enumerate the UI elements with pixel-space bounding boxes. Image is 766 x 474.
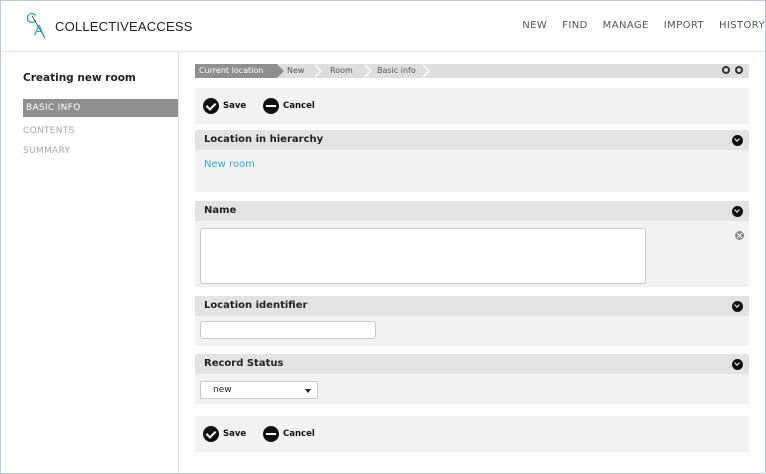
breadcrumb-separator — [363, 64, 370, 78]
dropdown-arrow-icon — [305, 389, 311, 393]
minus-icon — [263, 426, 279, 442]
cancel-label: Cancel — [283, 101, 315, 111]
top-toolbar: Save Cancel — [195, 88, 749, 124]
save-button[interactable]: Save — [203, 98, 246, 114]
name-input[interactable] — [200, 228, 646, 284]
logo-mark-a: A — [34, 22, 45, 39]
name-section: Name — [195, 201, 749, 287]
section-header: Location in hierarchy — [195, 130, 749, 150]
section-header: Name — [195, 201, 749, 221]
breadcrumb-current-location[interactable]: Current location — [195, 64, 284, 78]
section-title: Record Status — [204, 358, 284, 369]
check-icon — [203, 426, 219, 442]
breadcrumb-new[interactable]: New — [283, 64, 304, 78]
save-label: Save — [223, 429, 247, 439]
chevron-down-icon[interactable] — [732, 359, 743, 370]
left-sidebar: Creating new room BASIC INFO CONTENTS SU… — [1, 52, 179, 473]
sidebar-item-summary[interactable]: SUMMARY — [23, 142, 178, 160]
save-label: Save — [223, 101, 247, 111]
logo-mark-icon: C A — [25, 10, 53, 40]
location-identifier-input[interactable] — [200, 321, 376, 339]
section-title: Location in hierarchy — [204, 134, 324, 145]
breadcrumb-separator — [313, 64, 320, 78]
app-window: C A COLLECTIVEACCESS NEW FIND MANAGE IMP… — [0, 0, 766, 474]
sidebar-item-label: BASIC INFO — [26, 103, 81, 113]
breadcrumb: Current location New Room Basic info — [195, 64, 749, 78]
sidebar-item-label: CONTENTS — [23, 126, 75, 136]
chevron-down-icon[interactable] — [732, 301, 743, 312]
nav-new[interactable]: NEW — [522, 20, 547, 31]
cancel-label: Cancel — [283, 429, 315, 439]
main-nav: NEW FIND MANAGE IMPORT HISTORY — [507, 20, 765, 31]
minus-icon — [263, 98, 279, 114]
location-section: Location in hierarchy New room — [195, 130, 749, 192]
sidebar-item-contents[interactable]: CONTENTS — [23, 122, 178, 140]
sidebar-item-basic-info[interactable]: BASIC INFO — [23, 99, 178, 117]
section-title: Name — [204, 205, 237, 216]
breadcrumb-room[interactable]: Room — [326, 64, 353, 78]
location-link[interactable]: New room — [204, 159, 255, 170]
check-icon — [203, 98, 219, 114]
identifier-section: Location identifier — [195, 296, 749, 346]
sidebar-title: Creating new room — [23, 72, 136, 84]
nav-manage[interactable]: MANAGE — [603, 20, 649, 31]
cancel-button[interactable]: Cancel — [263, 98, 315, 114]
breadcrumb-basic-info[interactable]: Basic info — [373, 64, 416, 78]
nav-history[interactable]: HISTORY — [719, 20, 765, 31]
breadcrumb-separator — [421, 64, 428, 78]
top-header: C A COLLECTIVEACCESS NEW FIND MANAGE IMP… — [1, 1, 765, 52]
chevron-down-icon[interactable] — [732, 135, 743, 146]
bottom-toolbar: Save Cancel — [195, 416, 749, 452]
section-title: Location identifier — [204, 300, 308, 311]
section-header: Location identifier — [195, 296, 749, 316]
breadcrumb-icons — [722, 66, 743, 74]
clear-icon[interactable] — [735, 231, 744, 240]
record-status-value: new — [213, 385, 232, 395]
cancel-button[interactable]: Cancel — [263, 426, 315, 442]
logo[interactable]: C A COLLECTIVEACCESS — [25, 10, 193, 40]
save-button[interactable]: Save — [203, 426, 246, 442]
logo-text: COLLECTIVEACCESS — [55, 18, 193, 34]
chevron-down-icon[interactable] — [732, 206, 743, 217]
section-header: Record Status — [195, 354, 749, 374]
sidebar-item-label: SUMMARY — [23, 146, 71, 156]
status-section: Record Status new — [195, 354, 749, 404]
nav-find[interactable]: FIND — [562, 20, 587, 31]
record-status-select[interactable]: new — [200, 381, 318, 399]
expand-all-icon[interactable] — [722, 66, 730, 74]
nav-import[interactable]: IMPORT — [664, 20, 704, 31]
collapse-all-icon[interactable] — [735, 66, 743, 74]
